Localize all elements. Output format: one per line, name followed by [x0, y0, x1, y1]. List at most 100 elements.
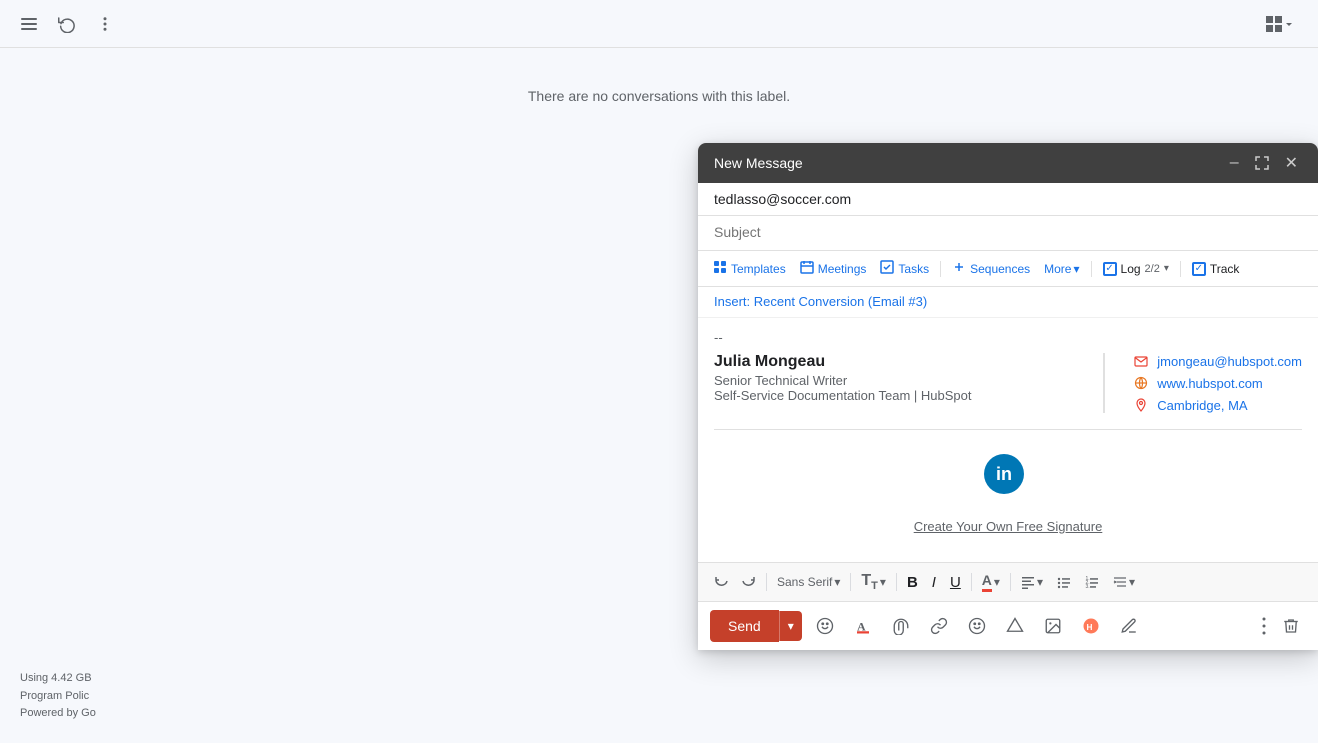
- create-signature-link[interactable]: Create Your Own Free Signature: [914, 519, 1103, 534]
- svg-text:3.: 3.: [1085, 584, 1089, 589]
- compose-toolbar: Templates Meetings Tasks Sequences: [698, 251, 1318, 287]
- font-family-chevron: ▾: [834, 575, 840, 589]
- text-color-icon: A: [982, 572, 992, 592]
- redo-button[interactable]: [736, 571, 762, 593]
- underline-button[interactable]: U: [944, 570, 967, 595]
- website-icon: [1133, 375, 1149, 391]
- drive-button[interactable]: [1000, 611, 1030, 641]
- sig-right: jmongeau@hubspot.com www.hubspot.com Cam…: [1133, 353, 1302, 413]
- text-color-chevron: ▾: [994, 575, 1000, 589]
- to-input[interactable]: [714, 191, 1302, 207]
- log-count: 2/2: [1145, 263, 1160, 275]
- subject-input[interactable]: [714, 224, 1302, 240]
- meetings-label: Meetings: [818, 262, 867, 276]
- photo-button[interactable]: [1038, 611, 1068, 641]
- send-button-group: Send ▾: [710, 610, 802, 642]
- indent-dropdown[interactable]: ▾: [1107, 572, 1141, 592]
- meetings-icon: [800, 260, 814, 277]
- to-field-container: [698, 183, 1318, 216]
- attach-button[interactable]: [886, 611, 916, 641]
- top-bar-right: [1258, 12, 1302, 36]
- sig-title: Senior Technical Writer: [714, 373, 1075, 388]
- format-toolbar: Sans Serif ▾ TT ▾ B I U A ▾ ▾: [698, 562, 1318, 601]
- font-size-dropdown[interactable]: TT ▾: [855, 569, 892, 595]
- sig-vertical-divider: [1103, 353, 1105, 413]
- signature-separator: --: [714, 330, 1302, 345]
- sig-location-text: Cambridge, MA: [1157, 398, 1247, 413]
- more-chevron-icon: ▾: [1073, 262, 1079, 276]
- more-options-button[interactable]: [92, 11, 118, 37]
- track-label: Track: [1210, 262, 1240, 276]
- sig-email-link[interactable]: jmongeau@hubspot.com: [1157, 354, 1302, 369]
- email-icon: [1133, 353, 1149, 369]
- bullet-list-button[interactable]: [1051, 571, 1077, 593]
- text-color-dropdown[interactable]: A ▾: [976, 569, 1006, 595]
- align-dropdown[interactable]: ▾: [1015, 572, 1049, 592]
- refresh-button[interactable]: [54, 11, 80, 37]
- sig-website-item: www.hubspot.com: [1133, 375, 1302, 391]
- sig-location-item: Cambridge, MA: [1133, 397, 1302, 413]
- fullscreen-button[interactable]: [1251, 154, 1273, 172]
- sig-email-item: jmongeau@hubspot.com: [1133, 353, 1302, 369]
- no-conversations-message: There are no conversations with this lab…: [528, 88, 790, 104]
- hubspot-button[interactable]: H: [1076, 611, 1106, 641]
- toolbar-divider-3: [1180, 261, 1181, 277]
- more-button[interactable]: More ▾: [1039, 259, 1084, 279]
- create-signature-section: Create Your Own Free Signature: [714, 510, 1302, 542]
- send-right-actions: [1256, 611, 1306, 641]
- emoji-button[interactable]: [810, 611, 840, 641]
- top-bar: [0, 0, 1318, 48]
- numbered-list-button[interactable]: 1.2.3.: [1079, 571, 1105, 593]
- meetings-button[interactable]: Meetings: [795, 257, 872, 280]
- undo-button[interactable]: [708, 571, 734, 593]
- format-separator-3: [896, 573, 897, 591]
- emoji2-button[interactable]: [962, 611, 992, 641]
- format-separator-4: [971, 573, 972, 591]
- tasks-button[interactable]: Tasks: [875, 257, 934, 280]
- templates-button[interactable]: Templates: [708, 257, 791, 280]
- sequences-button[interactable]: Sequences: [947, 257, 1035, 280]
- more-send-options-button[interactable]: [1256, 611, 1272, 641]
- track-checkbox: ✓: [1192, 262, 1206, 276]
- font-family-dropdown[interactable]: Sans Serif ▾: [771, 572, 846, 592]
- compose-title: New Message: [714, 155, 803, 171]
- font-family-label: Sans Serif: [777, 575, 832, 589]
- view-toggle-button[interactable]: [1258, 12, 1302, 36]
- text-color-button2[interactable]: A: [848, 611, 878, 641]
- sig-bottom-divider: [714, 429, 1302, 430]
- link-button[interactable]: [924, 611, 954, 641]
- more-label: More: [1044, 262, 1071, 276]
- track-button[interactable]: ✓ Track: [1187, 259, 1245, 279]
- sequences-label: Sequences: [970, 262, 1030, 276]
- delete-button[interactable]: [1276, 611, 1306, 641]
- minimize-button[interactable]: –: [1226, 152, 1243, 174]
- sig-website-link[interactable]: www.hubspot.com: [1157, 376, 1263, 391]
- format-separator-2: [850, 573, 851, 591]
- tasks-label: Tasks: [898, 262, 929, 276]
- log-chevron-icon: ▾: [1164, 263, 1169, 274]
- linkedin-button[interactable]: in: [984, 454, 1024, 494]
- sig-company: Self-Service Documentation Team | HubSpo…: [714, 388, 1075, 403]
- send-options-button[interactable]: ▾: [779, 611, 802, 641]
- location-icon: [1133, 397, 1149, 413]
- align-chevron: ▾: [1037, 575, 1043, 589]
- menu-button[interactable]: [16, 11, 42, 37]
- toolbar-divider-2: [1091, 261, 1092, 277]
- suggestion-link[interactable]: Insert: Recent Conversion (Email #3): [714, 294, 927, 309]
- signature-pen-button[interactable]: [1114, 611, 1144, 641]
- program-policy: Program Polic: [20, 688, 96, 706]
- close-button[interactable]: ✕: [1281, 151, 1302, 175]
- signature-block: Julia Mongeau Senior Technical Writer Se…: [714, 353, 1302, 413]
- log-checkbox: ✓: [1103, 262, 1117, 276]
- bold-button[interactable]: B: [901, 570, 924, 595]
- log-button[interactable]: ✓ Log 2/2 ▾: [1098, 259, 1174, 279]
- italic-button[interactable]: I: [926, 570, 942, 595]
- tasks-icon: [880, 260, 894, 277]
- suggestion-bar: Insert: Recent Conversion (Email #3): [698, 287, 1318, 318]
- main-content: There are no conversations with this lab…: [0, 48, 1318, 743]
- indent-chevron: ▾: [1129, 575, 1135, 589]
- send-button[interactable]: Send: [710, 610, 779, 642]
- compose-body[interactable]: -- Julia Mongeau Senior Technical Writer…: [698, 318, 1318, 562]
- subject-field-container: [698, 216, 1318, 251]
- toolbar-divider-1: [940, 261, 941, 277]
